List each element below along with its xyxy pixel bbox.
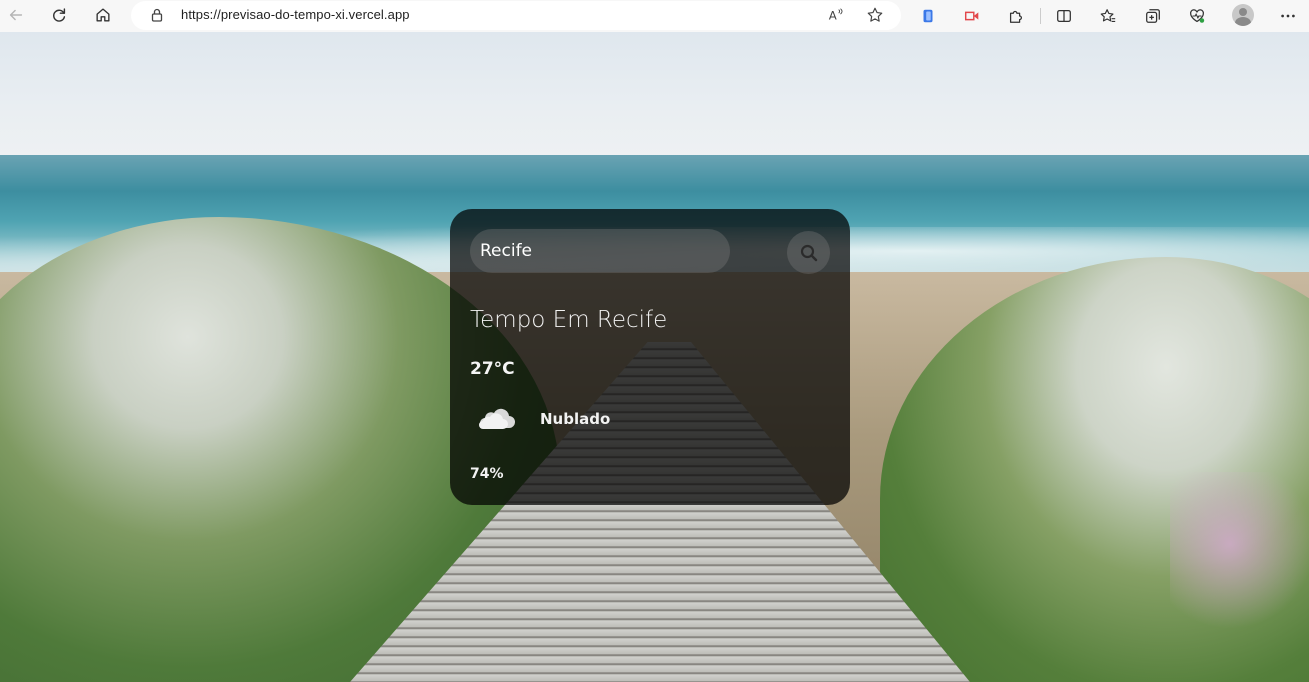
star-icon[interactable] <box>866 6 884 24</box>
search-button[interactable] <box>787 231 830 274</box>
cloud-icon <box>479 408 515 429</box>
background-sky <box>0 32 1309 157</box>
extension-icon[interactable] <box>918 6 938 26</box>
condition-text: Nublado <box>540 410 611 428</box>
page-viewport: Tempo Em Recife 27°C Nublado 74% <box>0 32 1309 682</box>
city-search-input[interactable] <box>470 229 730 273</box>
temperature: 27°C <box>470 359 515 379</box>
collections-icon[interactable] <box>1143 6 1163 26</box>
more-icon[interactable] <box>1278 6 1298 26</box>
back-arrow-icon[interactable] <box>4 3 28 27</box>
split-screen-icon[interactable] <box>1054 6 1074 26</box>
favorites-icon[interactable] <box>1098 6 1118 26</box>
background-flowers <box>1170 472 1309 652</box>
profile-avatar[interactable] <box>1232 4 1254 26</box>
puzzle-icon[interactable] <box>1006 6 1026 26</box>
video-extension-icon[interactable] <box>962 6 982 26</box>
svg-text:A: A <box>829 9 837 23</box>
url-text[interactable]: https://previsao-do-tempo-xi.vercel.app <box>181 7 410 22</box>
reload-icon[interactable] <box>47 3 71 27</box>
browser-toolbar: https://previsao-do-tempo-xi.vercel.app … <box>0 0 1309 32</box>
humidity: 74% <box>470 466 504 482</box>
lock-icon[interactable] <box>149 7 165 23</box>
search-icon <box>800 244 817 261</box>
read-aloud-icon[interactable]: A <box>827 6 845 24</box>
toolbar-divider <box>1040 8 1041 24</box>
city-title: Tempo Em Recife <box>470 307 668 333</box>
home-icon[interactable] <box>91 3 115 27</box>
weather-card: Tempo Em Recife 27°C Nublado 74% <box>450 209 850 505</box>
heart-pulse-icon[interactable] <box>1187 6 1207 26</box>
address-bar[interactable]: https://previsao-do-tempo-xi.vercel.app … <box>131 1 901 30</box>
